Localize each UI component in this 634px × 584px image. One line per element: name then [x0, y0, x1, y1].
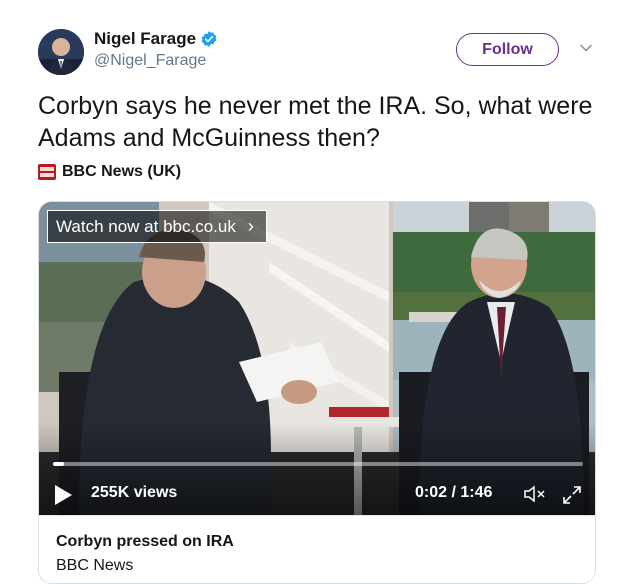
tweet-text: Corbyn says he never met the IRA. So, wh… [38, 92, 593, 152]
view-count: 255K views [91, 484, 178, 501]
chevron-down-icon[interactable] [579, 41, 593, 55]
bbc-news-logo-icon [38, 164, 56, 180]
video-player[interactable]: Watch now at bbc.co.uk › 255K views 0:02… [39, 202, 595, 515]
source-name[interactable]: BBC News (UK) [62, 163, 181, 181]
volume-muted-icon[interactable] [523, 484, 547, 504]
card-source: BBC News [56, 557, 134, 574]
fullscreen-icon[interactable] [561, 484, 583, 506]
video-card[interactable]: Watch now at bbc.co.uk › 255K views 0:02… [38, 201, 596, 584]
avatar[interactable] [38, 29, 84, 75]
chevron-right-icon: › [247, 216, 254, 236]
author-handle[interactable]: @Nigel_Farage [94, 52, 218, 70]
video-frame-image [39, 202, 595, 515]
tweet-header: Nigel Farage @Nigel_Farage Follow [38, 27, 608, 77]
watch-now-link[interactable]: Watch now at bbc.co.uk › [47, 210, 267, 243]
progress-fill [53, 462, 64, 466]
card-footer[interactable]: Corbyn pressed on IRA BBC News [39, 515, 595, 583]
playback-time: 0:02 / 1:46 [415, 484, 493, 501]
author-block: Nigel Farage @Nigel_Farage [94, 29, 218, 70]
verified-badge-icon [201, 31, 217, 47]
author-name-row: Nigel Farage [94, 29, 218, 49]
watch-now-label: Watch now at bbc.co.uk [56, 216, 236, 236]
display-name[interactable]: Nigel Farage [94, 29, 196, 49]
follow-button[interactable]: Follow [456, 33, 559, 66]
progress-bar[interactable] [53, 462, 583, 466]
video-controls: 255K views 0:02 / 1:46 [39, 472, 595, 512]
card-title: Corbyn pressed on IRA [56, 533, 234, 550]
tweet-source: BBC News (UK) [38, 163, 181, 181]
play-icon[interactable] [53, 484, 73, 506]
